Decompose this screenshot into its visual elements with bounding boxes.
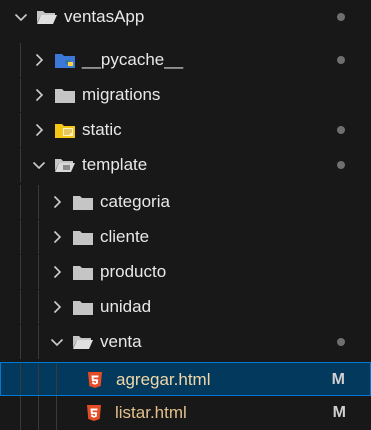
indent-guide [20,148,21,182]
indent-guide [20,78,21,112]
chevron-right-icon[interactable] [30,121,48,139]
folder-open-icon [72,333,94,351]
chevron-right-icon[interactable] [48,228,66,246]
static-folder-icon [54,121,76,139]
chevron-right-icon[interactable] [48,263,66,281]
folder-icon [72,298,94,316]
folder-row-cliente[interactable]: cliente [0,220,371,254]
indent-guide [20,220,21,254]
modified-badge: M [332,404,346,421]
folder-label: categoria [100,192,170,211]
indent-guide [20,363,21,395]
chevron-right-icon[interactable] [48,193,66,211]
folder-row-pycache[interactable]: __pycache__ [0,43,371,77]
folder-label: venta [100,332,142,351]
folder-label: migrations [82,85,161,104]
chevron-right-icon[interactable] [30,51,48,69]
indent-guide [38,396,39,430]
template-folder-icon [54,156,76,174]
folder-label: template [82,155,148,174]
folder-label: cliente [100,227,150,246]
folder-row-producto[interactable]: producto [0,255,371,289]
file-label: listar.html [115,403,187,422]
indent-guide [20,255,21,289]
indent-guide [20,290,21,324]
indent-guide [38,220,39,254]
file-row-listar-html[interactable]: listar.html M [0,396,371,430]
file-row-agregar-html[interactable]: agregar.html M [0,362,371,396]
folder-row-static[interactable]: static [0,113,371,147]
folder-label: producto [100,262,167,281]
indent-guide [56,396,57,430]
folder-label: unidad [100,297,152,316]
folder-open-icon [36,8,58,26]
indent-guide [20,325,21,359]
status-dot [337,13,345,21]
folder-row-venta[interactable]: venta [0,325,371,359]
folder-row-template[interactable]: template [0,148,371,182]
folder-row-unidad[interactable]: unidad [0,290,371,324]
indent-guide [20,396,21,430]
indent-guide [20,43,21,77]
status-dot [337,126,345,134]
indent-guide [38,290,39,324]
folder-icon [54,86,76,104]
folder-row-categoria[interactable]: categoria [0,185,371,219]
html5-icon [86,371,104,389]
folder-icon [72,193,94,211]
chevron-down-icon[interactable] [48,333,66,351]
chevron-right-icon[interactable] [30,86,48,104]
indent-guide [56,363,57,395]
folder-label: ventasApp [64,7,145,26]
chevron-down-icon[interactable] [12,8,30,26]
chevron-down-icon[interactable] [30,156,48,174]
indent-guide [38,255,39,289]
indent-guide [20,113,21,147]
status-dot [337,161,345,169]
folder-row-ventasapp[interactable]: ventasApp [0,0,371,34]
folder-label: __pycache__ [82,50,184,69]
file-label: agregar.html [116,370,211,389]
modified-badge: M [331,371,345,388]
folder-row-migrations[interactable]: migrations [0,78,371,112]
folder-icon [72,228,94,246]
file-explorer: ventasApp __pycache__ migrations static … [0,0,371,430]
indent-guide [38,185,39,219]
python-folder-icon [54,51,76,69]
indent-guide [20,185,21,219]
indent-guide [38,363,39,395]
html5-icon [85,404,103,422]
status-dot [337,56,345,64]
status-dot [337,338,345,346]
folder-icon [72,263,94,281]
chevron-right-icon[interactable] [48,298,66,316]
folder-label: static [82,120,122,139]
indent-guide [38,325,39,359]
